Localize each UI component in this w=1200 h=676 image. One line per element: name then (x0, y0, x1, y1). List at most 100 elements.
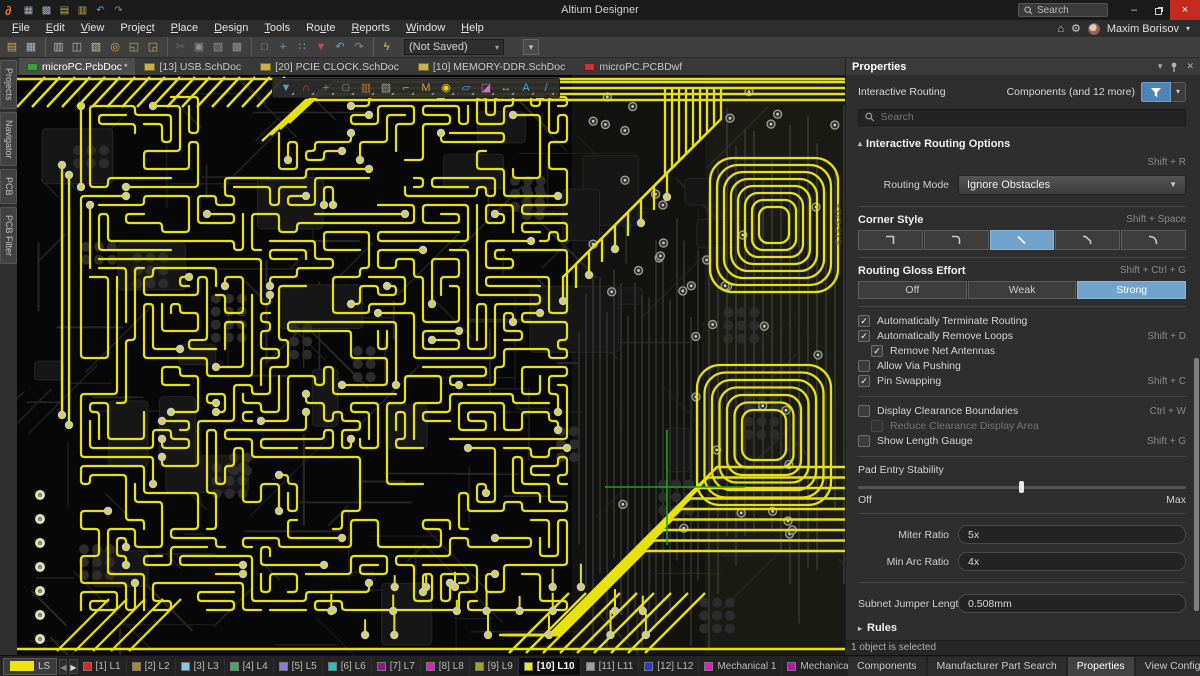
overlay-tool-icon[interactable]: ⌐ (396, 79, 416, 97)
document-tab[interactable]: microPC.PCBDwf (576, 58, 692, 75)
left-panel-tab[interactable]: PCB (0, 169, 17, 204)
toolbar-icon[interactable]: ▣ (190, 37, 208, 57)
user-menu[interactable]: Maxim Borisov (1107, 23, 1179, 35)
toolbar-icon[interactable]: ◎ (106, 37, 124, 57)
overlay-tool-icon[interactable]: M (416, 79, 436, 97)
corner-style-option-45-rounded[interactable] (1055, 230, 1120, 250)
checkbox-row[interactable]: ✓ Allow Via Pushing (858, 359, 1186, 374)
checkbox-row[interactable]: ✓ Reduce Clearance Display Area (858, 419, 1186, 434)
menu-item[interactable]: Window (398, 20, 453, 37)
user-avatar[interactable] (1088, 23, 1100, 35)
pin-icon[interactable] (1170, 62, 1178, 72)
close-button[interactable]: × (1170, 0, 1200, 20)
toolbar-icon[interactable]: ▥ (45, 37, 67, 57)
toolbar-icon[interactable]: ▩ (228, 37, 246, 57)
variant-combo[interactable]: (Not Saved) ▾ (404, 39, 504, 55)
toolbar-icon[interactable]: + (274, 37, 292, 57)
overlay-tool-icon[interactable]: ▼ (276, 79, 296, 97)
left-panel-tab[interactable]: PCB Filter (0, 207, 17, 264)
overlay-tool-icon[interactable]: A (516, 79, 536, 97)
menu-item[interactable]: File (4, 20, 38, 37)
toolbar-icon[interactable]: ✂ (167, 37, 189, 57)
checkbox-row[interactable]: ✓ Automatically Terminate Routing (858, 314, 1186, 329)
overlay-tool-icon[interactable]: + (316, 79, 336, 97)
overlay-tool-icon[interactable]: □ (336, 79, 356, 97)
layer-tab[interactable]: [10] L10 (519, 658, 581, 675)
corner-style-option-90[interactable] (858, 230, 923, 250)
checkbox-row[interactable]: ✓ Display Clearance Boundaries Ctrl + W (858, 404, 1186, 419)
titlebar-tool-icon[interactable]: ▥ (73, 5, 91, 16)
layer-tab[interactable]: [3] L3 (176, 658, 225, 675)
corner-style-option-arc[interactable] (1121, 230, 1186, 250)
overlay-tool-icon[interactable]: ↔ (496, 79, 516, 97)
gloss-effort-option[interactable]: Off (858, 281, 967, 299)
checkbox[interactable]: ✓ (871, 345, 883, 357)
filter-button[interactable] (1141, 82, 1171, 102)
layer-tab[interactable]: [12] L12 (639, 658, 699, 675)
layer-tab[interactable]: [2] L2 (127, 658, 176, 675)
toolbar-icon[interactable]: ▨ (209, 37, 227, 57)
overlay-tool-icon[interactable]: ▧ (376, 79, 396, 97)
checkbox[interactable]: ✓ (858, 360, 870, 372)
overlay-tool-icon[interactable]: ◉ (436, 79, 456, 97)
layer-tab[interactable]: [6] L6 (323, 658, 372, 675)
slider-thumb[interactable] (1019, 481, 1024, 493)
titlebar-tool-icon[interactable]: ▩ (37, 5, 55, 16)
corner-style-option-45[interactable] (990, 230, 1055, 250)
home-icon[interactable]: ⌂ (1057, 23, 1064, 35)
global-search-input[interactable]: Search (1018, 3, 1108, 17)
menu-item[interactable]: View (73, 20, 113, 37)
scrollbar-thumb[interactable] (1194, 358, 1199, 610)
gloss-effort-option[interactable]: Strong (1077, 281, 1186, 299)
titlebar-tool-icon[interactable]: ▦ (19, 5, 37, 16)
minimize-button[interactable]: – (1122, 0, 1146, 20)
overlay-tool-icon[interactable]: ▥ (356, 79, 376, 97)
gloss-effort-option[interactable]: Weak (968, 281, 1077, 299)
panel-tab[interactable]: Components (848, 657, 926, 676)
menu-item[interactable]: Design (206, 20, 256, 37)
panel-menu-caret-icon[interactable]: ▾ (1158, 61, 1163, 72)
titlebar-tool-icon[interactable]: ↷ (109, 5, 127, 16)
pcb-canvas[interactable]: +3V3-SYS ▼∩+□▥▧⌐M◉▱◪↔A/ (17, 75, 845, 655)
checkbox[interactable]: ✓ (858, 405, 870, 417)
menu-item[interactable]: Project (112, 20, 162, 37)
variant-dropdown-button[interactable]: ▾ (523, 39, 539, 55)
subnet-jumper-input[interactable] (958, 594, 1186, 613)
checkbox[interactable]: ✓ (858, 315, 870, 327)
titlebar-tool-icon[interactable]: ↶ (91, 5, 109, 16)
checkbox-row[interactable]: ✓ Show Length Gauge Shift + G (858, 434, 1186, 449)
layer-tab[interactable]: [8] L8 (421, 658, 470, 675)
titlebar-tool-icon[interactable]: ▤ (55, 5, 73, 16)
toolbar-icon[interactable]: ◱ (125, 37, 143, 57)
toolbar-icon[interactable]: ∷ (293, 37, 311, 57)
pad-entry-slider[interactable] (858, 480, 1186, 492)
layer-tab[interactable]: Mechanical 1 (699, 658, 782, 675)
document-tab[interactable]: [20] PCIE CLOCK.SchDoc (252, 58, 409, 75)
layer-tab[interactable]: [4] L4 (225, 658, 274, 675)
layer-set-tab[interactable]: LS (3, 658, 57, 675)
panel-tab[interactable]: View Configuration (1136, 657, 1200, 676)
checkbox[interactable]: ✓ (858, 330, 870, 342)
toolbar-icon[interactable]: □ (251, 37, 273, 57)
settings-gear-icon[interactable]: ⚙ (1071, 22, 1081, 35)
properties-search[interactable] (858, 109, 1186, 126)
toolbar-icon[interactable]: ▧ (87, 37, 105, 57)
user-menu-caret-icon[interactable]: ▾ (1186, 24, 1190, 33)
layer-tab[interactable]: Mechanical 2 (782, 658, 848, 675)
panel-tab[interactable]: Manufacturer Part Search (928, 657, 1066, 676)
layer-tab[interactable]: [11] L11 (581, 658, 640, 675)
left-panel-tab[interactable]: Navigator (0, 112, 17, 167)
checkbox[interactable]: ✓ (858, 435, 870, 447)
section-interactive-routing-options[interactable]: ▴ Interactive Routing Options (858, 138, 1186, 150)
document-tab[interactable]: [10] MEMORY-DDR.SchDoc (410, 58, 575, 75)
checkbox-row[interactable]: ✓ Pin Swapping Shift + C (858, 374, 1186, 389)
menu-item[interactable]: Reports (343, 20, 398, 37)
toolbar-icon[interactable]: ▼ (312, 37, 330, 57)
routing-mode-dropdown[interactable]: Ignore Obstacles ▼ (958, 175, 1186, 195)
menu-item[interactable]: Tools (256, 20, 298, 37)
overlay-tool-icon[interactable]: ◪ (476, 79, 496, 97)
layer-tab[interactable]: [1] L1 (78, 658, 127, 675)
panel-tab[interactable]: Properties (1068, 657, 1134, 676)
toolbar-icon[interactable]: ▦ (22, 37, 40, 57)
search-input[interactable] (881, 111, 1180, 123)
